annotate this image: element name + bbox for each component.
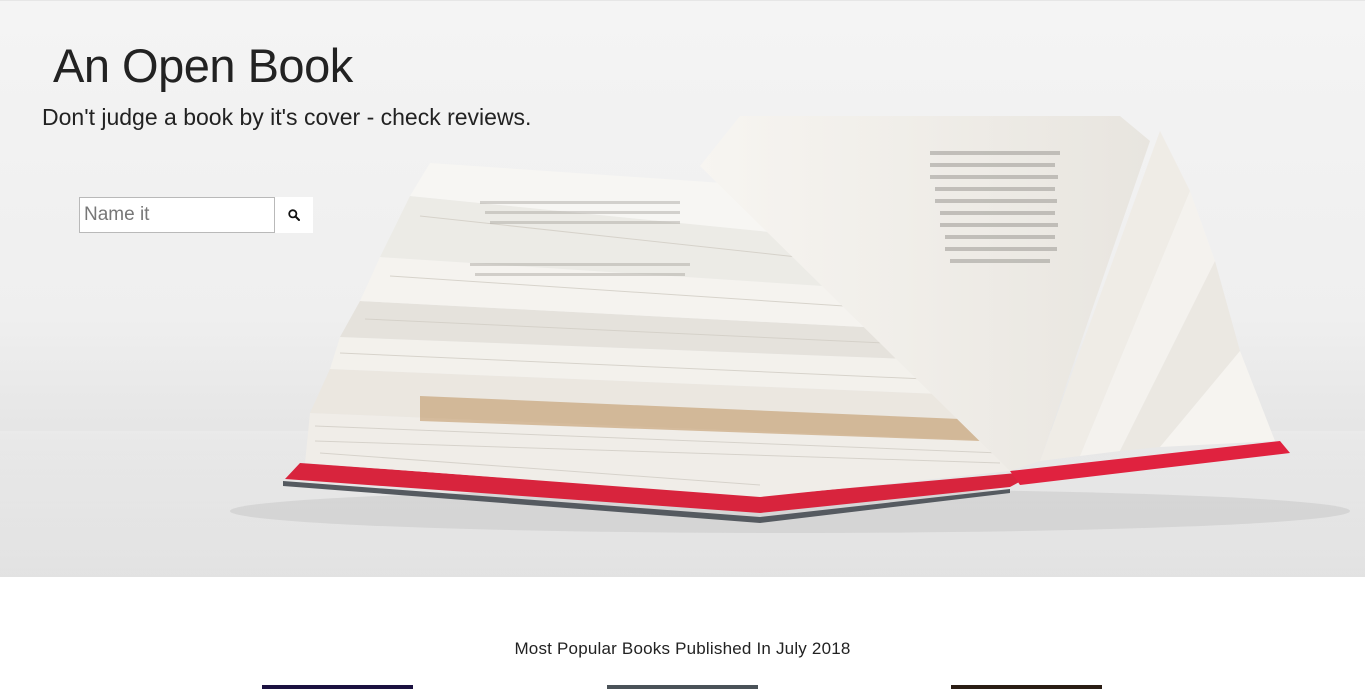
book-cover-1[interactable] — [262, 685, 413, 689]
hero-banner: An Open Book Don't judge a book by it's … — [0, 0, 1365, 577]
search-form — [79, 197, 313, 233]
search-button[interactable] — [275, 197, 313, 233]
site-title: An Open Book — [53, 39, 353, 92]
book-cover-3[interactable] — [951, 685, 1102, 689]
search-input[interactable] — [79, 197, 275, 233]
book-cover-2[interactable] — [607, 685, 758, 689]
popular-books-heading: Most Popular Books Published In July 201… — [514, 639, 851, 658]
search-icon — [288, 209, 300, 221]
site-tagline: Don't judge a book by it's cover - check… — [42, 104, 532, 130]
